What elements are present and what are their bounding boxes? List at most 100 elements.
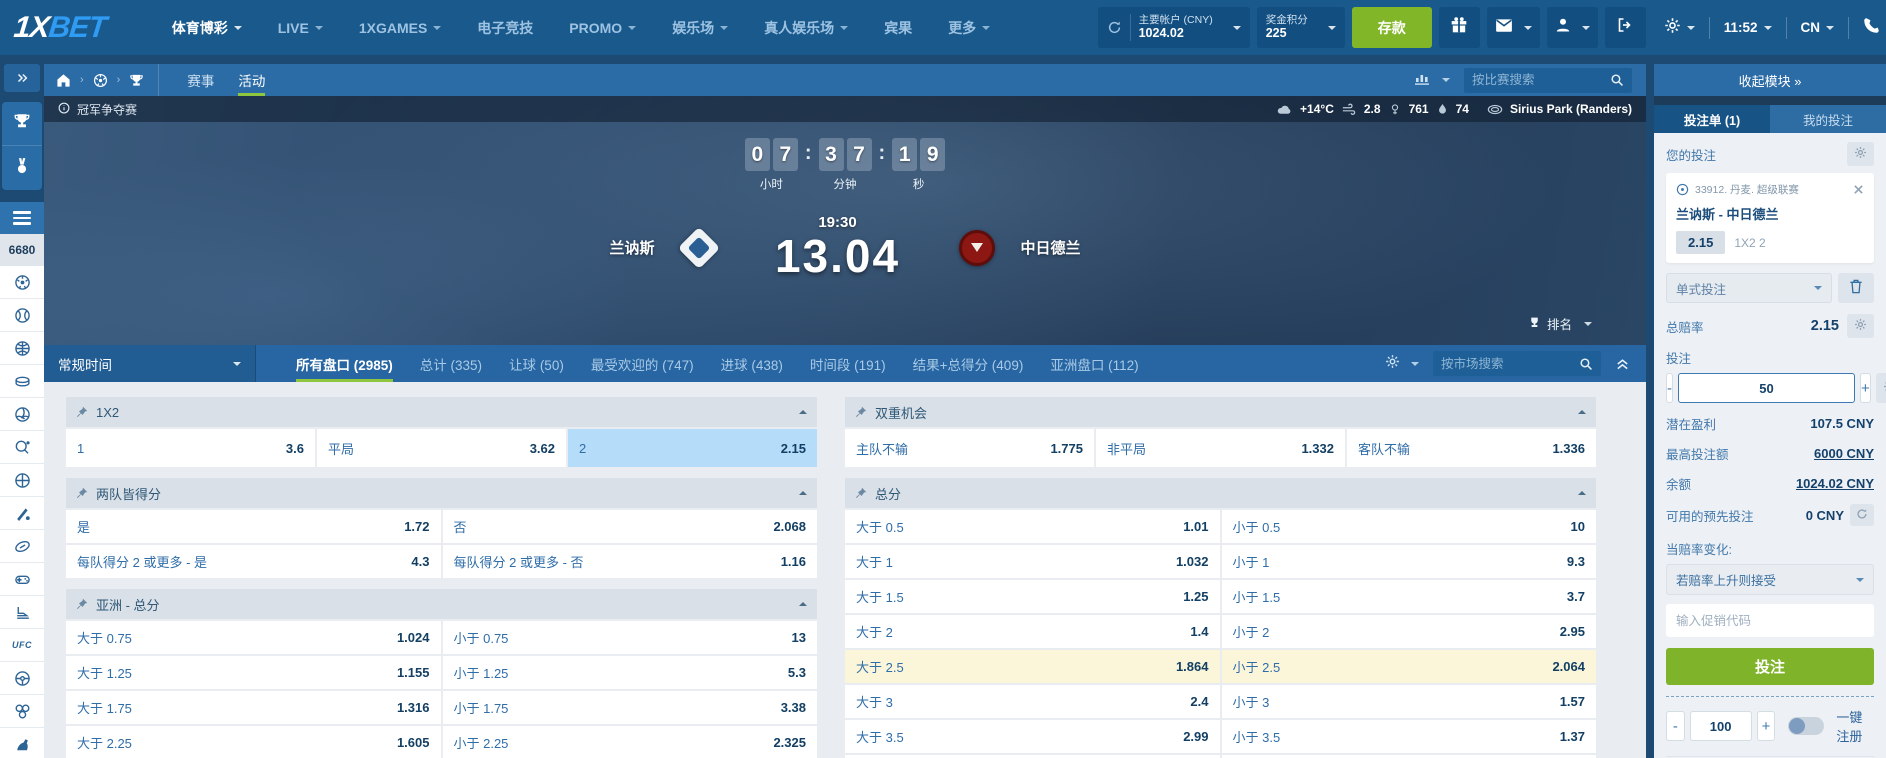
- favorites-button[interactable]: [2, 146, 42, 190]
- sidebar-sport-basketball[interactable]: [0, 332, 44, 365]
- pin-icon[interactable]: [855, 487, 867, 499]
- subnav-tab[interactable]: 赛事: [175, 64, 226, 96]
- odds-cell[interactable]: 小于 3.51.37: [1222, 720, 1597, 753]
- odds-cell[interactable]: 13.6: [66, 429, 315, 467]
- odds-cell[interactable]: 小于 2.252.325: [443, 726, 818, 758]
- odds-cell[interactable]: 主队不输1.775: [845, 429, 1094, 467]
- search-icon[interactable]: [1610, 73, 1624, 87]
- nav-item[interactable]: 宾果: [884, 18, 912, 38]
- market-panel-header[interactable]: 1X2: [66, 397, 817, 427]
- odds-cell[interactable]: 小于 2.52.064: [1222, 650, 1597, 683]
- pin-icon[interactable]: [76, 598, 88, 610]
- wallet-box[interactable]: 主要帐户 (CNY)1024.02: [1098, 7, 1250, 48]
- odds-cell[interactable]: 大于 32.4: [845, 685, 1220, 718]
- period-dropdown[interactable]: 常规时间: [44, 345, 256, 382]
- stake-minus-button[interactable]: -: [1666, 373, 1673, 403]
- balance-value[interactable]: 1024.02 CNY: [1796, 476, 1874, 491]
- market-tab[interactable]: 结果+总得分 (409): [913, 345, 1024, 382]
- sidebar-sport-volleyball[interactable]: [0, 398, 44, 431]
- ranking-button[interactable]: 排名: [1528, 314, 1592, 333]
- sidebar-sport-tennis[interactable]: [0, 299, 44, 332]
- profile-button[interactable]: [1547, 7, 1598, 48]
- clear-betslip-button[interactable]: [1838, 273, 1874, 303]
- market-tab[interactable]: 时间段 (191): [810, 345, 886, 382]
- sidebar-sport-ice-hockey[interactable]: [0, 365, 44, 398]
- stake-settings-button[interactable]: [1876, 373, 1886, 403]
- odds-cell[interactable]: 大于 3.52.99: [845, 720, 1220, 753]
- odds-cell[interactable]: 大于 0.751.024: [66, 621, 441, 654]
- market-tab[interactable]: 让球 (50): [509, 345, 564, 382]
- market-settings-button[interactable]: [1385, 354, 1419, 374]
- sidebar-sport-futsal[interactable]: [0, 464, 44, 497]
- refresh-icon[interactable]: [1107, 20, 1122, 35]
- odds-cell[interactable]: 小于 0.7513: [443, 621, 818, 654]
- stake-plus-button[interactable]: +: [1860, 373, 1871, 403]
- sidebar-sport-table-tennis[interactable]: [0, 431, 44, 464]
- nav-item[interactable]: 体育博彩: [172, 18, 242, 38]
- soccer-icon[interactable]: [93, 73, 108, 88]
- market-tab[interactable]: 最受欢迎的 (747): [591, 345, 694, 382]
- deposit-button[interactable]: 存款: [1352, 7, 1432, 48]
- nav-item[interactable]: 真人娱乐场: [764, 18, 848, 38]
- home-icon[interactable]: [56, 73, 71, 88]
- odds-cell[interactable]: 大于 11.032: [845, 545, 1220, 578]
- advance-refresh-button[interactable]: [1850, 504, 1874, 526]
- market-tab[interactable]: 所有盘口 (2985): [296, 345, 393, 382]
- odds-cell[interactable]: 是1.72: [66, 510, 441, 543]
- nav-item[interactable]: 电子竞技: [477, 18, 533, 38]
- odds-cell[interactable]: 大于 1.751.316: [66, 691, 441, 724]
- remove-bet-icon[interactable]: [1853, 184, 1864, 195]
- odds-cell[interactable]: 大于 2.51.864: [845, 650, 1220, 683]
- sports-menu-button[interactable]: [0, 202, 44, 234]
- odds-cell[interactable]: 每队得分 2 或更多 - 否1.16: [443, 545, 818, 578]
- nav-item[interactable]: 更多: [948, 18, 990, 38]
- sidebar-sport-football[interactable]: [0, 266, 44, 299]
- messages-button[interactable]: [1487, 7, 1540, 48]
- nav-item[interactable]: LIVE: [278, 20, 323, 36]
- odds-cell[interactable]: 小于 1.753.38: [443, 691, 818, 724]
- sidebar-sport-american-football[interactable]: [0, 530, 44, 563]
- stake-input[interactable]: [1678, 373, 1855, 403]
- tab-my-bets[interactable]: 我的投注: [1770, 105, 1886, 133]
- sidebar-sport-horse-racing[interactable]: [0, 728, 44, 758]
- quick-stake-plus-button[interactable]: +: [1757, 711, 1776, 741]
- league-trophy-icon[interactable]: [129, 73, 144, 88]
- nav-item[interactable]: 娱乐场: [672, 18, 728, 38]
- language-selector[interactable]: CN: [1801, 20, 1835, 35]
- one-click-bet-toggle[interactable]: [1788, 717, 1824, 735]
- bonus-box[interactable]: 奖金积分225: [1257, 7, 1345, 48]
- odds-cell[interactable]: 大于 21.4: [845, 615, 1220, 648]
- odds-cell[interactable]: 大于 0.51.01: [845, 510, 1220, 543]
- pin-icon[interactable]: [76, 487, 88, 499]
- pin-icon[interactable]: [855, 406, 867, 418]
- market-panel-header[interactable]: 双重机会: [845, 397, 1596, 427]
- odds-cell[interactable]: 客队不输1.336: [1347, 429, 1596, 467]
- sidebar-sport-lottery[interactable]: [0, 695, 44, 728]
- match-search-input[interactable]: [1472, 73, 1610, 87]
- collapse-all-icon[interactable]: [1615, 356, 1630, 371]
- odds-cell[interactable]: 平局3.62: [317, 429, 566, 467]
- odds-cell[interactable]: 小于 0.510: [1222, 510, 1597, 543]
- nav-item[interactable]: PROMO: [569, 20, 636, 36]
- market-panel-header[interactable]: 两队皆得分: [66, 478, 817, 508]
- search-icon[interactable]: [1579, 357, 1593, 371]
- statistics-button[interactable]: [1414, 71, 1450, 90]
- chevron-up-icon[interactable]: [1578, 410, 1586, 414]
- brand-logo[interactable]: 1XBET: [12, 11, 107, 45]
- quick-stake-minus-button[interactable]: -: [1666, 711, 1685, 741]
- odds-change-dropdown[interactable]: 若赔率上升则接受: [1666, 564, 1874, 595]
- chevron-up-icon[interactable]: [1578, 491, 1586, 495]
- max-bet-value[interactable]: 6000 CNY: [1814, 446, 1874, 461]
- odds-cell[interactable]: 小于 31.57: [1222, 685, 1597, 718]
- tournaments-button[interactable]: [2, 102, 42, 146]
- odds-cell[interactable]: 小于 1.255.3: [443, 656, 818, 689]
- expand-rail-button[interactable]: [4, 64, 40, 92]
- sidebar-sport-cricket[interactable]: [0, 497, 44, 530]
- odds-cell[interactable]: 每队得分 2 或更多 - 是4.3: [66, 545, 441, 578]
- market-search-input[interactable]: [1441, 357, 1579, 371]
- chevron-up-icon[interactable]: [799, 602, 807, 606]
- logout-button[interactable]: [1605, 7, 1646, 48]
- odds-cell[interactable]: 大于 1.251.155: [66, 656, 441, 689]
- odds-cell[interactable]: 否2.068: [443, 510, 818, 543]
- place-bet-button[interactable]: 投注: [1666, 648, 1874, 685]
